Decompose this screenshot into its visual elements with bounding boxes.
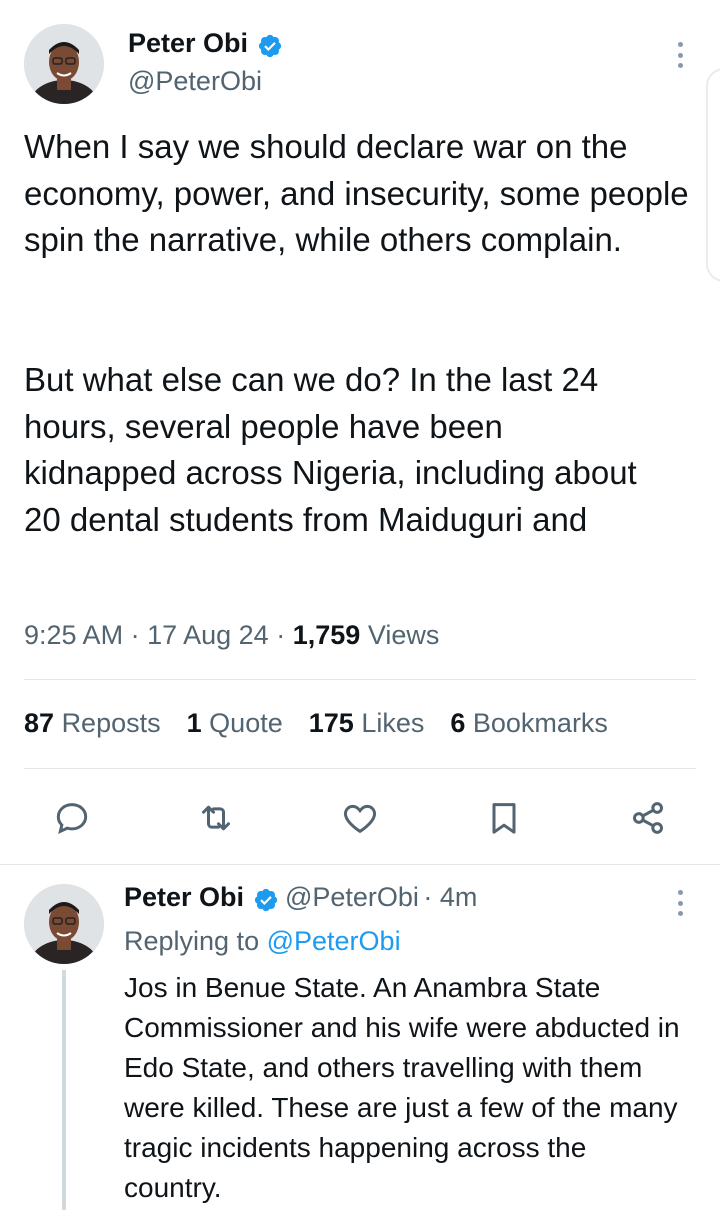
verified-badge-icon xyxy=(254,888,277,911)
thread-line xyxy=(62,970,66,1210)
reply-author-handle[interactable]: @PeterObi xyxy=(285,882,419,912)
tweet-time[interactable]: 9:25 AM xyxy=(24,620,123,650)
reply-header: Peter Obi @PeterObi · 4m xyxy=(124,882,478,912)
reply-author-name[interactable]: Peter Obi xyxy=(124,882,244,912)
verified-badge-icon xyxy=(258,34,281,57)
divider xyxy=(0,864,720,865)
tweet-date[interactable]: 17 Aug 24 xyxy=(147,620,269,650)
replying-to-label: Replying to xyxy=(124,926,260,956)
reply-time[interactable]: 4m xyxy=(440,882,478,912)
reposts-stat[interactable]: 87 Reposts xyxy=(24,708,161,739)
replying-to: Replying to @PeterObi xyxy=(124,926,401,957)
author-handle[interactable]: @PeterObi xyxy=(128,66,262,97)
replying-to-handle[interactable]: @PeterObi xyxy=(267,926,401,956)
quote-stat[interactable]: 1 Quote xyxy=(187,708,283,739)
tweet-metadata: 9:25 AM · 17 Aug 24 · 1,759 Views xyxy=(24,620,440,650)
author-avatar[interactable] xyxy=(24,24,104,104)
like-icon[interactable] xyxy=(338,796,382,840)
reply-author-avatar[interactable] xyxy=(24,884,104,964)
divider xyxy=(24,768,696,769)
more-options-icon[interactable] xyxy=(672,890,688,916)
repost-icon[interactable] xyxy=(194,796,238,840)
avatar-portrait xyxy=(24,24,104,104)
engagement-stats: 87 Reposts 1 Quote 175 Likes 6 Bookmarks xyxy=(24,708,608,739)
more-options-icon[interactable] xyxy=(672,42,688,68)
avatar-portrait xyxy=(24,884,104,964)
views-label: Views xyxy=(367,620,440,650)
reply-icon[interactable] xyxy=(50,796,94,840)
tweet-text-paragraph-1: When I say we should declare war on the … xyxy=(24,128,689,258)
bookmark-icon[interactable] xyxy=(482,796,526,840)
likes-stat[interactable]: 175 Likes xyxy=(309,708,425,739)
author-name[interactable]: Peter Obi xyxy=(128,28,248,58)
views-count: 1,759 xyxy=(292,620,361,650)
reply-text: Jos in Benue State. An Anambra State Com… xyxy=(124,972,680,1203)
divider xyxy=(24,679,696,680)
scroll-edge xyxy=(706,68,720,282)
bookmarks-stat[interactable]: 6 Bookmarks xyxy=(450,708,608,739)
tweet-text-paragraph-2: But what else can we do? In the last 24 … xyxy=(24,361,637,538)
share-icon[interactable] xyxy=(626,796,670,840)
